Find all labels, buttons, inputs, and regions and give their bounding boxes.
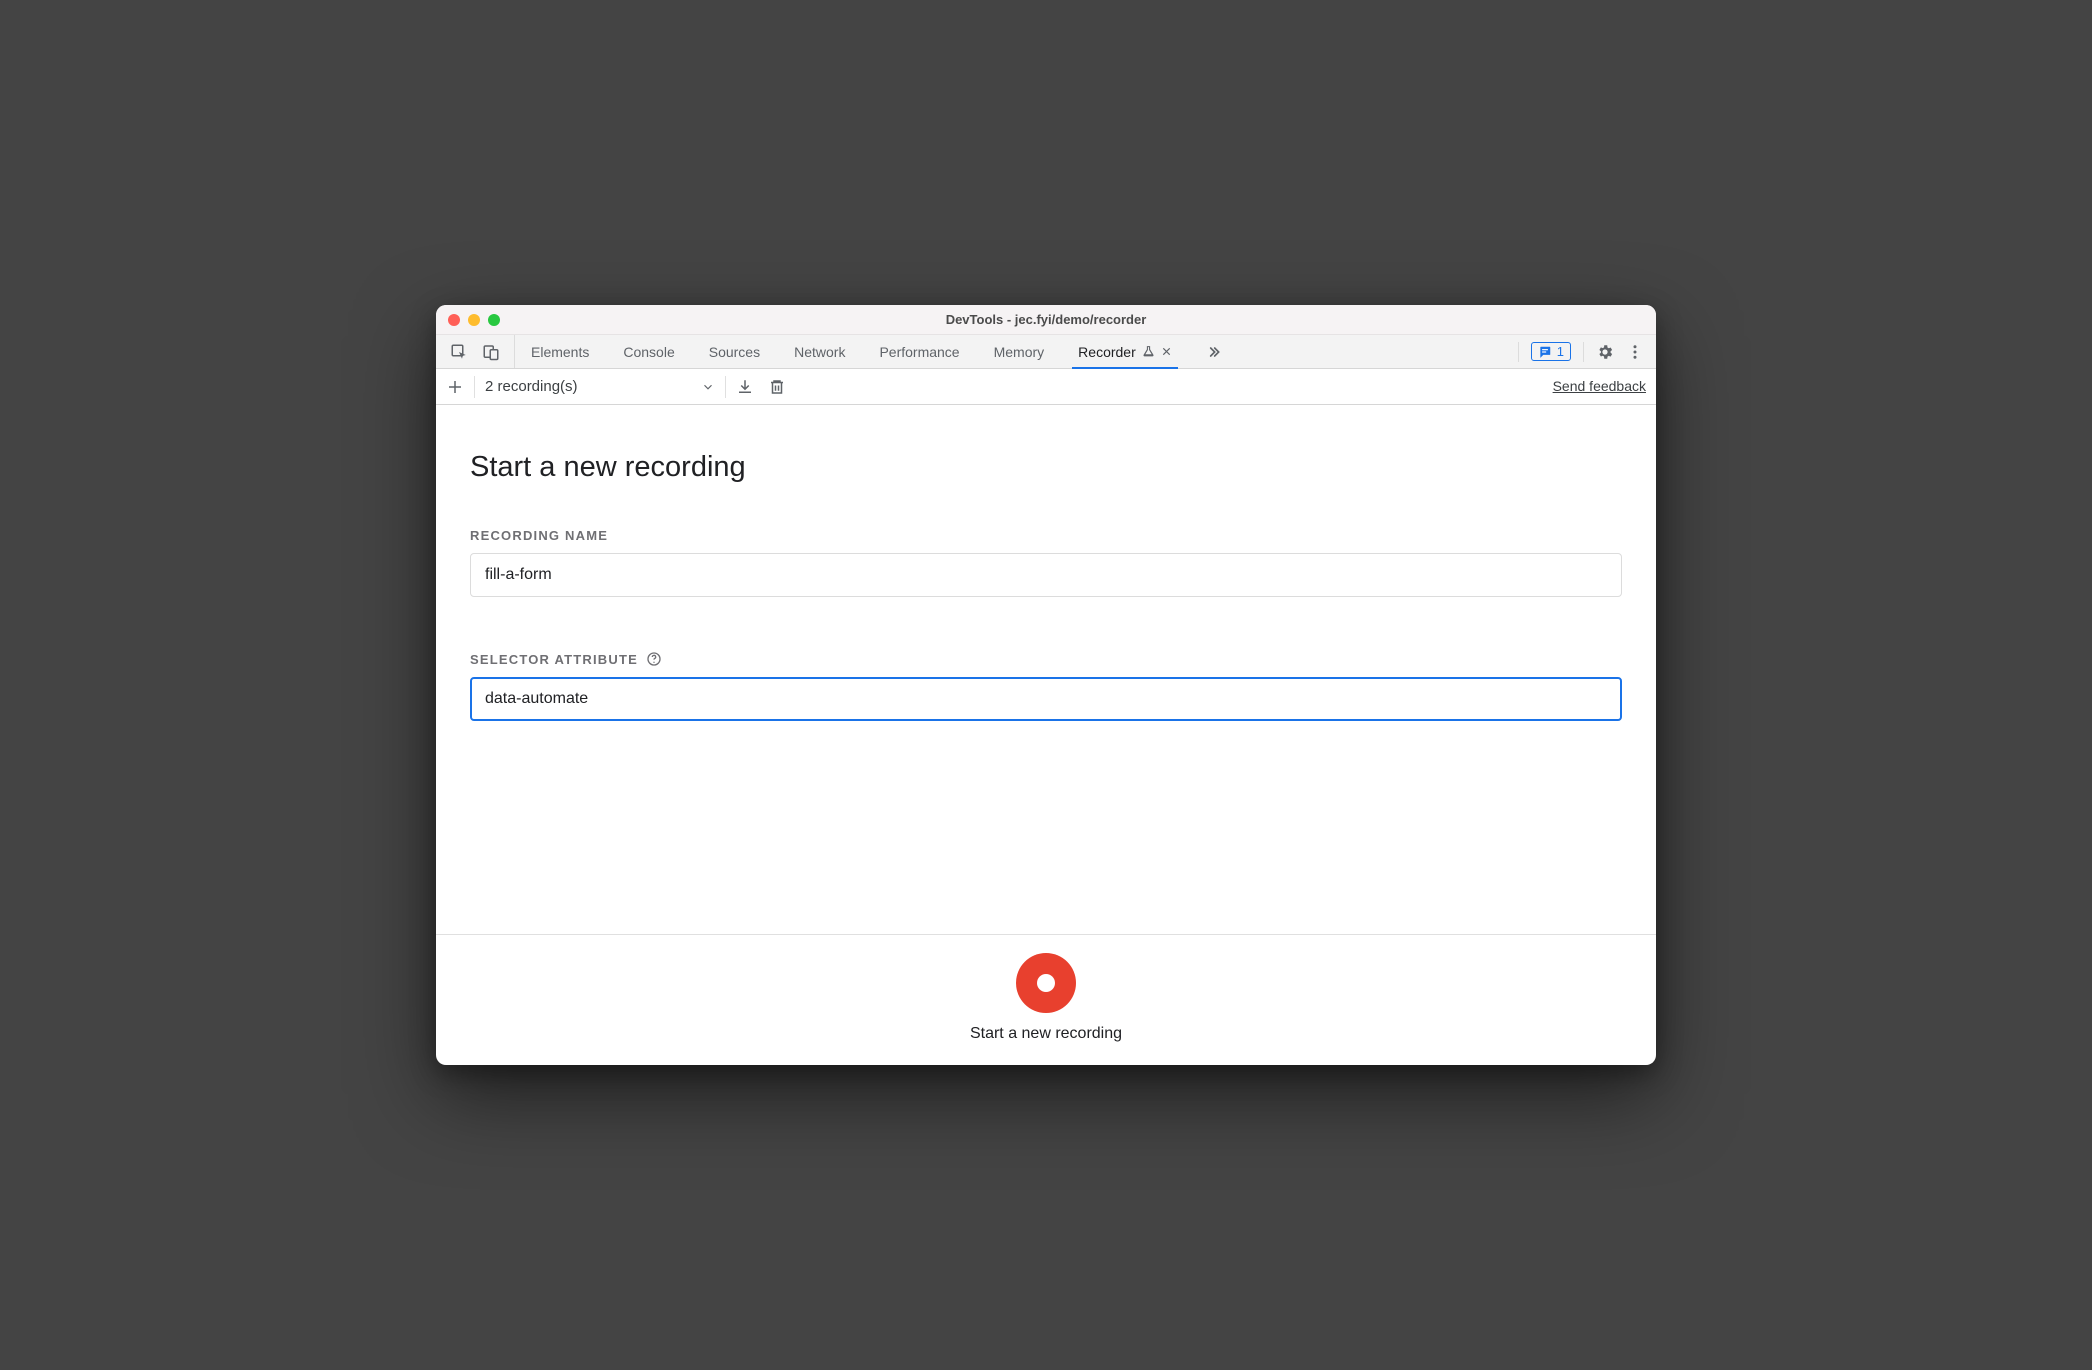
window-close-button[interactable] bbox=[448, 314, 460, 326]
tab-label: Sources bbox=[709, 344, 760, 360]
recorder-content: Start a new recording RECORDING NAME SEL… bbox=[436, 405, 1656, 934]
recording-name-input[interactable] bbox=[470, 553, 1622, 597]
start-recording-label: Start a new recording bbox=[970, 1025, 1122, 1043]
issues-button[interactable]: 1 bbox=[1531, 342, 1571, 361]
window-minimize-button[interactable] bbox=[468, 314, 480, 326]
tab-network[interactable]: Network bbox=[794, 335, 845, 368]
download-icon[interactable] bbox=[736, 378, 754, 396]
more-tabs-icon[interactable] bbox=[1206, 344, 1222, 360]
recording-name-group: RECORDING NAME bbox=[470, 528, 1622, 597]
tab-label: Memory bbox=[994, 344, 1045, 360]
tabs-container: Elements Console Sources Network Perform… bbox=[515, 335, 1506, 368]
tab-sources[interactable]: Sources bbox=[709, 335, 760, 368]
kebab-menu-icon[interactable] bbox=[1626, 343, 1644, 361]
page-title: Start a new recording bbox=[470, 451, 1622, 484]
record-dot-icon bbox=[1037, 974, 1055, 992]
tab-performance[interactable]: Performance bbox=[879, 335, 959, 368]
start-recording-button[interactable] bbox=[1016, 953, 1076, 1013]
tab-memory[interactable]: Memory bbox=[994, 335, 1045, 368]
selector-attribute-input[interactable] bbox=[470, 677, 1622, 721]
window-title: DevTools - jec.fyi/demo/recorder bbox=[436, 312, 1656, 327]
selector-attribute-label-text: SELECTOR ATTRIBUTE bbox=[470, 652, 638, 667]
recorder-footer: Start a new recording bbox=[436, 934, 1656, 1065]
divider bbox=[1583, 342, 1584, 362]
tab-recorder[interactable]: Recorder bbox=[1078, 335, 1172, 368]
issues-count: 1 bbox=[1557, 344, 1564, 359]
tab-elements[interactable]: Elements bbox=[531, 335, 589, 368]
recording-name-label: RECORDING NAME bbox=[470, 528, 1622, 543]
tab-label: Elements bbox=[531, 344, 589, 360]
devtools-window: DevTools - jec.fyi/demo/recorder Element… bbox=[436, 305, 1656, 1065]
tabstrip-left bbox=[436, 335, 515, 368]
trash-icon[interactable] bbox=[768, 378, 786, 396]
titlebar: DevTools - jec.fyi/demo/recorder bbox=[436, 305, 1656, 335]
add-recording-button[interactable] bbox=[446, 378, 464, 396]
recorder-toolbar: 2 recording(s) Send feedback bbox=[436, 369, 1656, 405]
tab-console[interactable]: Console bbox=[623, 335, 674, 368]
send-feedback-link[interactable]: Send feedback bbox=[1553, 378, 1646, 394]
tab-label: Performance bbox=[879, 344, 959, 360]
message-icon bbox=[1538, 345, 1552, 359]
divider bbox=[1518, 342, 1519, 362]
flask-icon bbox=[1142, 345, 1155, 358]
traffic-lights bbox=[436, 314, 500, 326]
device-toggle-icon[interactable] bbox=[482, 343, 500, 361]
tab-label: Console bbox=[623, 344, 674, 360]
tab-label: Network bbox=[794, 344, 845, 360]
recordings-dropdown[interactable]: 2 recording(s) bbox=[485, 378, 715, 395]
chevron-down-icon bbox=[701, 380, 715, 394]
recordings-dropdown-label: 2 recording(s) bbox=[485, 378, 578, 395]
close-tab-icon[interactable] bbox=[1161, 346, 1172, 357]
window-zoom-button[interactable] bbox=[488, 314, 500, 326]
selector-attribute-label: SELECTOR ATTRIBUTE bbox=[470, 651, 1622, 667]
separator bbox=[474, 376, 475, 398]
selector-attribute-group: SELECTOR ATTRIBUTE bbox=[470, 651, 1622, 721]
tabstrip-right: 1 bbox=[1506, 335, 1656, 368]
help-icon[interactable] bbox=[646, 651, 662, 667]
separator bbox=[725, 376, 726, 398]
tabstrip: Elements Console Sources Network Perform… bbox=[436, 335, 1656, 369]
tab-label: Recorder bbox=[1078, 344, 1136, 360]
gear-icon[interactable] bbox=[1596, 343, 1614, 361]
inspect-icon[interactable] bbox=[450, 343, 468, 361]
